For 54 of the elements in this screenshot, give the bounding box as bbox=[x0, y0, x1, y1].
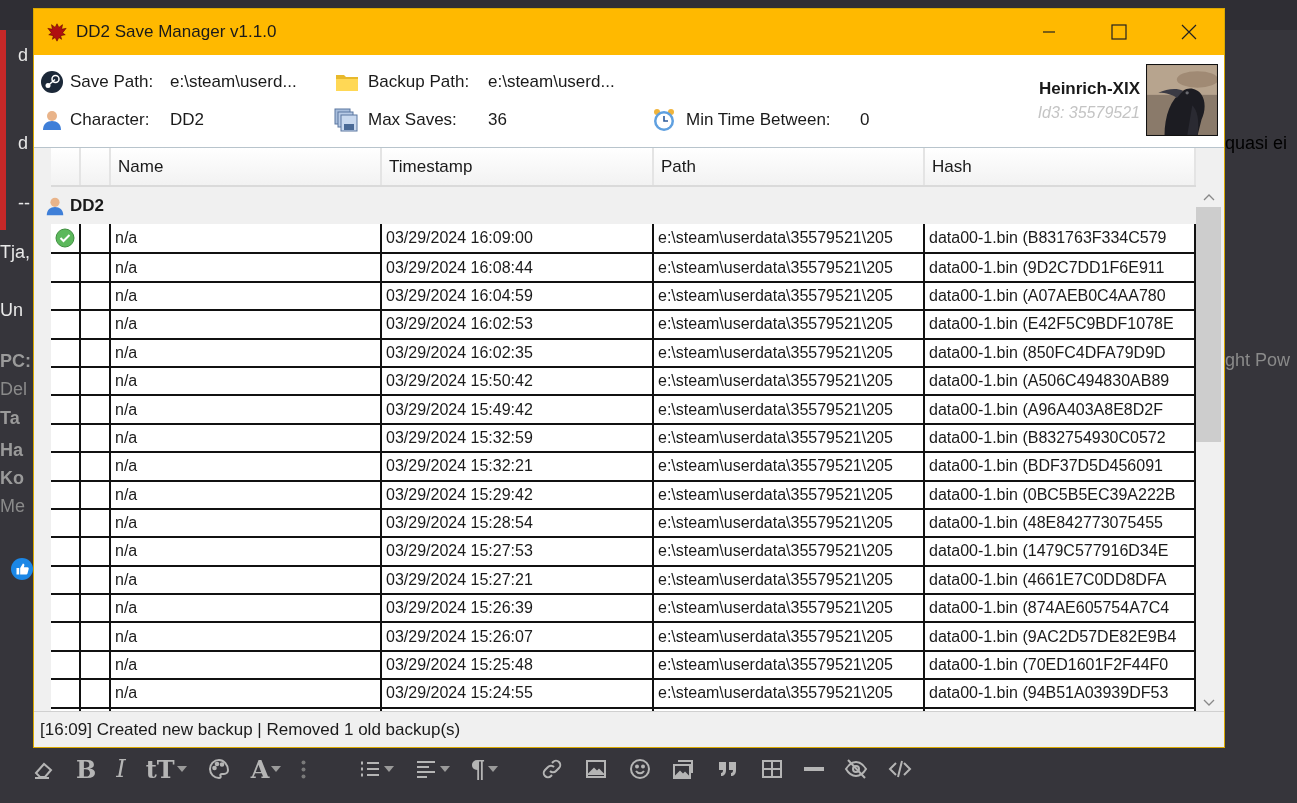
post-text: Un bbox=[0, 299, 24, 322]
post-text: quasi ei bbox=[1225, 132, 1289, 155]
field-value: e:\steam\userd... bbox=[488, 72, 616, 92]
toolbar-button[interactable]: B bbox=[70, 751, 103, 787]
table-row[interactable]: n/a 03/29/2024 15:26:39 e:\steam\userdata\35579521\205 data00-1.bin (874AE605754A7C4 bbox=[51, 593, 1196, 622]
group-title: DD2 bbox=[70, 195, 104, 216]
status-text: [16:09] Created new backup | Removed 1 old backup(s) bbox=[40, 719, 461, 740]
table-row[interactable]: n/a 03/29/2024 16:02:35 e:\steam\userdata\35579521\205 data00-1.bin (850FC4DFA79D9D bbox=[51, 337, 1196, 366]
toolbar-button[interactable]: A bbox=[244, 751, 288, 787]
field-label: Max Saves: bbox=[368, 110, 458, 130]
table-row[interactable]: n/a 03/29/2024 15:29:42 e:\steam\userdata\35579521\205 data00-1.bin (0BC5B5EC39A222B bbox=[51, 479, 1196, 508]
toolbar-button[interactable]: I bbox=[110, 751, 132, 787]
post-text: Del bbox=[0, 378, 28, 401]
field-value: 36 bbox=[488, 110, 508, 130]
table-row[interactable]: n/a 03/29/2024 15:49:42 e:\steam\userdata\35579521\205 data00-1.bin (A96A403A8E8D2F bbox=[51, 394, 1196, 423]
post-text: d bbox=[17, 44, 29, 67]
user-id: Id3: 35579521 bbox=[1037, 104, 1140, 122]
table-row[interactable]: n/a 03/29/2024 15:28:54 e:\steam\userdata\35579521\205 data00-1.bin (48E842773075455 bbox=[51, 507, 1196, 537]
column-header[interactable]: Hash bbox=[925, 148, 1196, 185]
field-label: Character: bbox=[70, 110, 151, 130]
table-row[interactable]: n/a 03/29/2024 15:32:59 e:\steam\userdata\35579521\205 data00-1.bin (B832754930C0572 bbox=[51, 422, 1196, 452]
post-text: Tja, bbox=[0, 241, 31, 264]
table-row[interactable]: n/a 03/29/2024 15:50:42 e:\steam\userdata\35579521\205 data00-1.bin (A506C494830AB89 bbox=[51, 365, 1196, 395]
table-row[interactable]: n/a 03/29/2024 16:02:53 e:\steam\userdata\35579521\205 data00-1.bin (E42F5C9BDF1078E bbox=[51, 309, 1196, 338]
field-label: Min Time Between: bbox=[686, 110, 832, 130]
table-row[interactable]: n/a 03/29/2024 15:27:21 e:\steam\userdata\35579521\205 data00-1.bin (4661E7C0DD8DFA bbox=[51, 564, 1196, 594]
post-text: Me bbox=[0, 495, 26, 518]
column-header[interactable]: Name bbox=[111, 148, 382, 185]
table-row[interactable]: n/a 03/29/2024 15:32:21 e:\steam\userdata\35579521\205 data00-1.bin (BDF37D5D456091 bbox=[51, 451, 1196, 480]
post-text: Ko bbox=[0, 467, 25, 490]
table-row[interactable]: n/a 03/29/2024 16:08:44 e:\steam\userdata\35579521\205 data00-1.bin (9D2C7DD1F6E911 bbox=[51, 252, 1196, 281]
post-text: ght Pow bbox=[1225, 349, 1292, 372]
group-row[interactable]: DD2 bbox=[36, 187, 1196, 224]
post-text: Ha bbox=[0, 439, 24, 462]
post-text: -- bbox=[17, 192, 31, 215]
table-row[interactable]: n/a 03/29/2024 16:04:59 e:\steam\userdata\35579521\205 data00-1.bin (A07AEB0C4AA780 bbox=[51, 280, 1196, 310]
post-text: Ta bbox=[0, 407, 21, 430]
field-value: e:\steam\userd... bbox=[170, 72, 298, 92]
user-name: Heinrich-XIX bbox=[1038, 79, 1140, 99]
field-value: DD2 bbox=[170, 110, 205, 130]
toolbar-button[interactable]: tT bbox=[139, 751, 193, 787]
column-header[interactable]: Path bbox=[654, 148, 925, 185]
field-value: 0 bbox=[860, 110, 871, 130]
field-label: Backup Path: bbox=[368, 72, 471, 92]
table-row[interactable]: n/a 03/29/2024 15:24:55 e:\steam\userdata\35579521\205 data00-1.bin (94B51A03939DF53 bbox=[51, 678, 1196, 707]
table-row[interactable]: n/a 03/29/2024 15:27:53 e:\steam\userdata\35579521\205 data00-1.bin (1479C577916D34E bbox=[51, 536, 1196, 565]
toolbar-button[interactable]: ¶ bbox=[464, 751, 504, 787]
post-text: d bbox=[17, 132, 29, 155]
field-label: Save Path: bbox=[70, 72, 155, 92]
post-text: PC: bbox=[0, 350, 32, 373]
column-header[interactable]: Timestamp bbox=[382, 148, 654, 185]
table-row[interactable]: n/a 03/29/2024 15:25:48 e:\steam\userdata\35579521\205 data00-1.bin (70ED1601F2F44F0 bbox=[51, 649, 1196, 679]
table-row[interactable]: n/a 03/29/2024 15:26:07 e:\steam\userdata\35579521\205 data00-1.bin (9AC2D57DE82E9B4 bbox=[51, 621, 1196, 650]
window-title: DD2 Save Manager v1.1.0 bbox=[76, 22, 277, 42]
